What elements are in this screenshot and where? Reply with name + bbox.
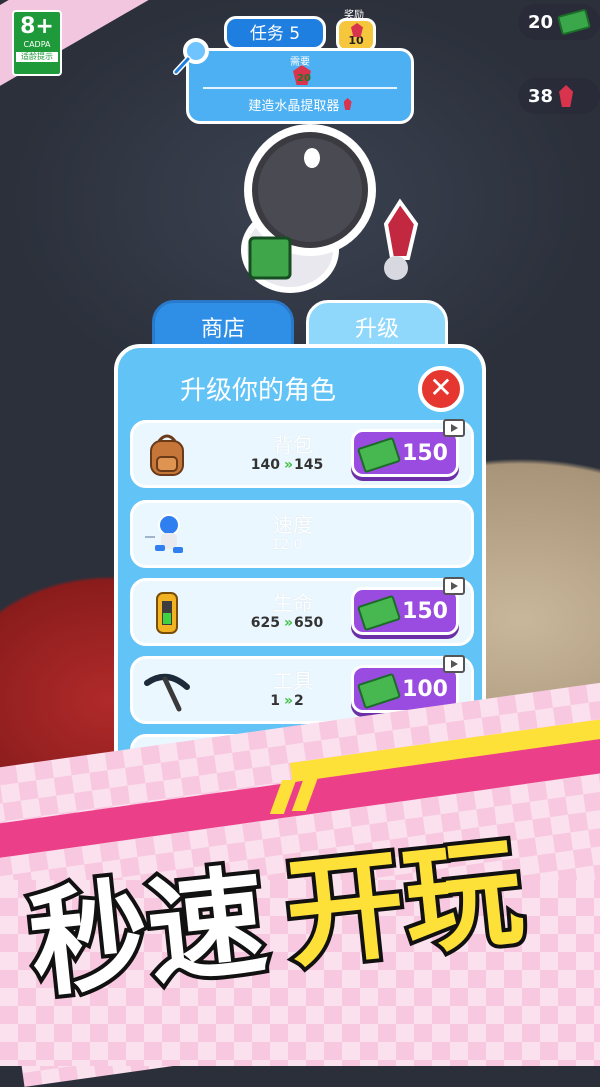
buy-button[interactable]: 150 bbox=[351, 429, 459, 477]
upgrade-name: 速度 bbox=[273, 513, 313, 537]
battery-icon bbox=[156, 592, 178, 634]
astronaut-character bbox=[241, 124, 419, 293]
gem-counter: 38 bbox=[518, 78, 600, 114]
cash-icon bbox=[356, 436, 402, 474]
slogan-white: 秒速 bbox=[19, 848, 276, 1018]
age-rating-number: 8+ bbox=[20, 14, 54, 39]
backpack-icon bbox=[150, 434, 184, 476]
upgrade-name: 工具 bbox=[273, 669, 313, 693]
running-astronaut-icon bbox=[145, 514, 183, 553]
upgrade-row-speed: 速度 12.0 bbox=[130, 500, 474, 568]
arrow-icon: » bbox=[283, 615, 293, 631]
video-ad-icon[interactable] bbox=[443, 655, 465, 673]
buy-button[interactable]: 150 bbox=[351, 587, 459, 635]
panel-title: 升级你的角色 bbox=[180, 376, 337, 406]
need-value: 20 bbox=[297, 73, 311, 84]
price: 150 bbox=[402, 598, 448, 624]
magnifier-icon[interactable] bbox=[172, 36, 212, 76]
upgrade-name: 生命 bbox=[273, 591, 313, 615]
price: 150 bbox=[402, 440, 448, 466]
cash-counter: 20 bbox=[518, 4, 600, 40]
arrow-icon: » bbox=[283, 693, 293, 709]
mission-panel[interactable]: 需要 20 建造水晶提取器 bbox=[186, 48, 414, 124]
upgrade-level: 140» 145 bbox=[250, 457, 324, 473]
cash-amount: 20 bbox=[528, 11, 554, 33]
reward-badge: 10 bbox=[336, 18, 376, 52]
age-rating-badge: 8+ CADPA 适龄提示 bbox=[12, 10, 62, 76]
upgrade-level: 1» 2 bbox=[270, 693, 304, 709]
pickaxe-icon bbox=[144, 674, 190, 712]
upgrade-row-health: 生命 625» 650 150 bbox=[130, 577, 474, 646]
arrow-icon: » bbox=[283, 457, 293, 473]
price: 100 bbox=[402, 676, 448, 702]
age-rating-label: 适龄提示 bbox=[16, 52, 58, 62]
close-button[interactable]: ✕ bbox=[418, 366, 464, 412]
mission-goal: 建造水晶提取器 bbox=[189, 95, 411, 114]
upgrade-level: 12.0 bbox=[271, 537, 303, 553]
gem-icon bbox=[559, 85, 574, 107]
video-ad-icon[interactable] bbox=[443, 577, 465, 595]
need-gem: 20 bbox=[293, 65, 313, 87]
mission-tab[interactable]: 任务 5 bbox=[224, 16, 326, 50]
gem-amount: 38 bbox=[528, 85, 554, 107]
upgrade-level: 625» 650 bbox=[250, 615, 324, 631]
cash-icon bbox=[556, 8, 592, 36]
age-rating-org: CADPA bbox=[23, 40, 51, 49]
video-ad-icon[interactable] bbox=[443, 419, 465, 437]
promo-slogan: 秒速 开玩 bbox=[16, 818, 596, 1044]
cash-icon bbox=[356, 594, 402, 632]
slogan-yellow: 开玩 bbox=[275, 818, 532, 988]
cash-icon bbox=[356, 672, 402, 710]
upgrade-row-backpack: 背包 140» 145 150 bbox=[130, 419, 474, 488]
upgrade-name: 背包 bbox=[273, 433, 313, 457]
divider bbox=[203, 87, 397, 89]
gem-icon bbox=[343, 98, 352, 110]
